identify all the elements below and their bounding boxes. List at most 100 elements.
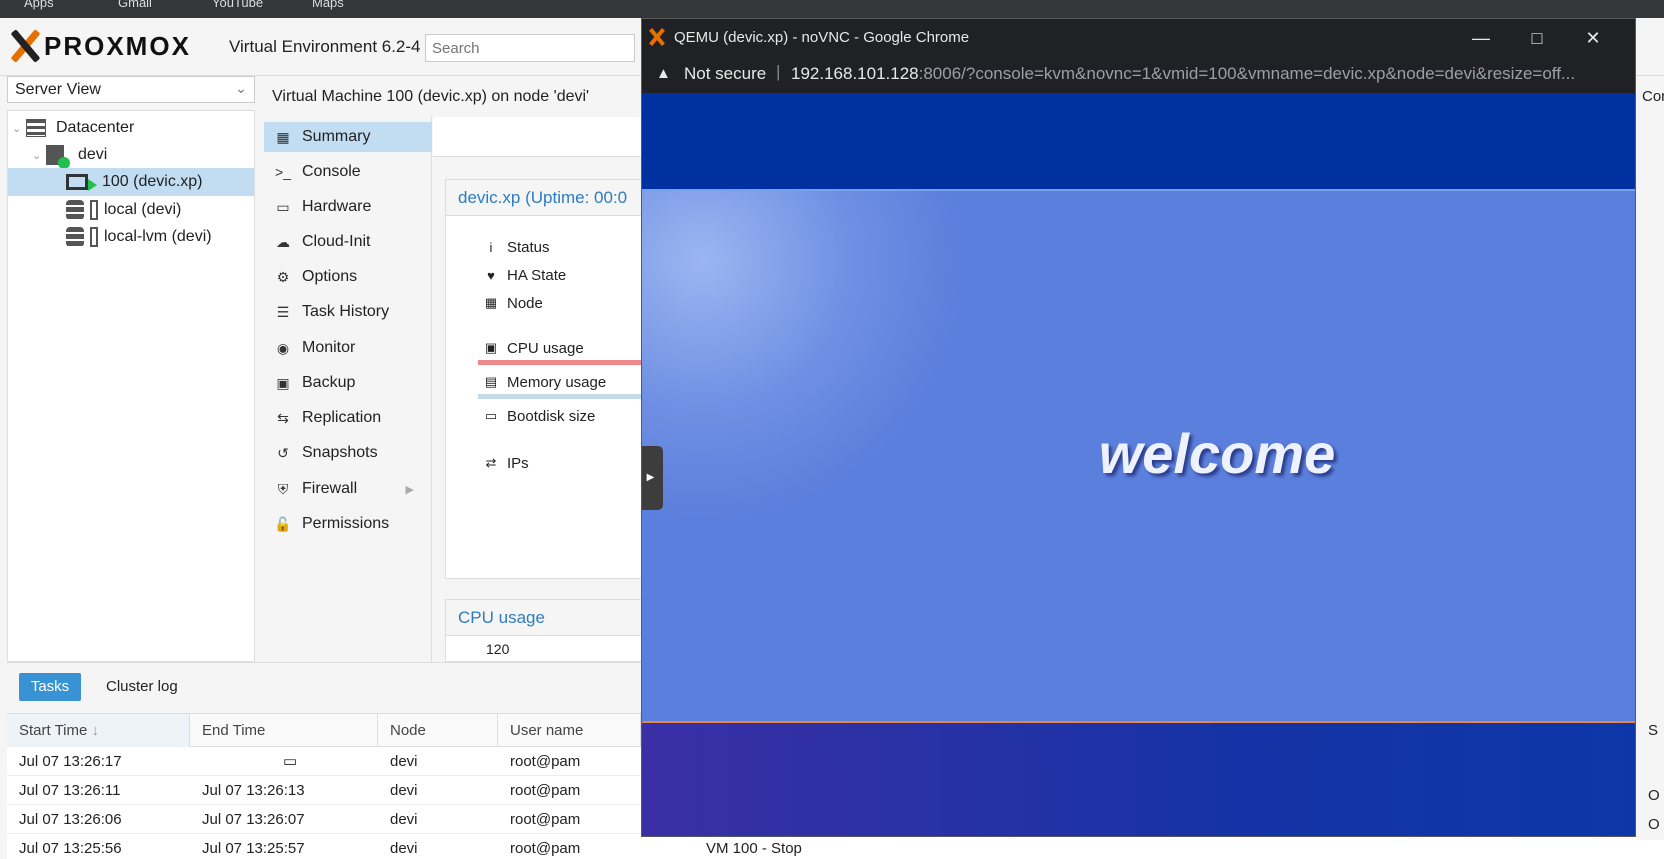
collapse-icon[interactable]: ⌄ [32,149,46,162]
hdd-icon: ▭ [484,408,498,423]
cell-user: root@pam [510,753,581,770]
vnc-screen[interactable]: welcome ▶ [642,93,1635,836]
cpu-usage-label: CPU usage [507,339,584,357]
memory-icon: ▤ [484,374,498,389]
cell-start: Jul 07 13:26:06 [19,811,122,828]
sort-down-icon: ↓ [91,722,100,739]
search-input[interactable] [425,34,635,62]
url-text[interactable]: 192.168.101.128:8006/?console=kvm&novnc=… [791,64,1575,84]
tree-item-vm-100[interactable]: 100 (devic.xp) [8,168,254,196]
tree-item-label: 100 (devic.xp) [102,173,203,190]
view-selector[interactable]: Server View ⌄ [7,76,255,103]
nav-replication[interactable]: ⇆ Replication [264,403,432,433]
column-start-time[interactable]: Start Time ↓ [7,714,190,747]
popup-titlebar[interactable]: QEMU (devic.xp) - noVNC - Google Chrome … [642,19,1635,55]
tree-item-label: local-lvm (devi) [104,228,212,245]
node-row: ▦ Node [481,292,543,314]
tree-item-label: local (devi) [104,201,182,218]
retweet-icon: ⇆ [277,409,289,426]
disk-icon [90,227,98,247]
building-icon: ▦ [484,295,498,310]
nav-snapshots[interactable]: ↺ Snapshots [264,438,432,468]
chevron-down-icon: ⌄ [235,80,247,96]
nav-monitor[interactable]: ◉ Monitor [264,333,432,363]
cpu-usage-panel-title: CPU usage [446,600,652,636]
nav-label: Cloud-Init [302,233,371,250]
logo-text: PROXMOX [44,30,191,61]
nav-label: Replication [302,409,382,426]
nav-label: Firewall [302,480,358,497]
terminal-icon: >_ [275,164,291,180]
address-bar[interactable]: ▲ Not secure | 192.168.101.128:8006/?con… [642,55,1635,93]
cpu-usage-bar [478,360,658,365]
book-icon: ▦ [276,128,290,145]
status-row: i Status [481,236,550,258]
nav-cloud-init[interactable]: ☁ Cloud-Init [264,227,432,257]
tree-item-storage-local-lvm[interactable]: local-lvm (devi) [8,223,254,251]
monitor-icon: ▭ [283,753,298,770]
column-end-time[interactable]: End Time [190,714,378,747]
tree-item-node-devi[interactable]: ⌄ devi [8,141,254,169]
collapse-icon[interactable]: ⌄ [12,122,26,135]
tree-item-label: Datacenter [56,119,135,136]
tree-item-datacenter[interactable]: ⌄ Datacenter [8,114,254,142]
status-row-label: Status [507,238,550,256]
url-path: :8006/?console=kvm&novnc=1&vmid=100&vmna… [918,64,1576,83]
node-label: Node [507,294,543,312]
nav-summary[interactable]: ▦ Summary [264,122,432,152]
table-row[interactable]: Jul 07 13:25:56 Jul 07 13:25:57 devi roo… [7,834,1664,859]
node-icon [46,145,70,169]
bookmark-gmail[interactable]: Gmail [118,0,152,10]
edge-column: S [1648,722,1659,739]
shield-icon: ⛨ [277,480,289,497]
url-host: 192.168.101.128 [791,64,919,83]
bookmark-youtube[interactable]: YouTube [212,0,263,10]
bookmark-apps[interactable]: Apps [24,0,54,10]
welcome-text: welcome [1098,422,1336,485]
novnc-sidebar-handle[interactable]: ▶ [642,446,663,510]
tree-item-label: devi [78,146,108,163]
nav-permissions[interactable]: 🔓 Permissions [264,509,432,539]
proxmox-logo[interactable]: PROXMOX [8,28,191,64]
monitor-icon: ▭ [276,198,290,215]
column-node[interactable]: Node [378,714,498,747]
summary-toolbar [433,117,653,157]
nav-options[interactable]: ⚙ Options [264,262,432,292]
maximize-button[interactable]: □ [1515,24,1559,52]
cell-user: root@pam [510,840,581,857]
eye-icon: ◉ [276,339,290,356]
tab-cluster-log[interactable]: Cluster log [106,673,178,701]
nav-task-history[interactable]: ☰ Task History [264,297,432,327]
memory-usage-label: Memory usage [507,373,607,391]
cpu-icon: ▣ [484,340,498,355]
tab-tasks[interactable]: Tasks [19,673,81,701]
bootdisk-row: ▭ Bootdisk size [481,405,596,427]
gear-icon: ⚙ [276,268,290,285]
nav-firewall[interactable]: ⛨ Firewall ▶ [264,474,432,504]
tree-item-storage-local[interactable]: local (devi) [8,196,254,224]
cell-node: devi [390,782,418,799]
close-button[interactable]: ✕ [1571,24,1615,52]
not-secure-label[interactable]: Not secure [684,64,766,84]
datacenter-icon [26,119,46,137]
column-user-name[interactable]: User name [498,714,641,747]
nav-hardware[interactable]: ▭ Hardware [264,192,432,222]
proxmox-x-icon [8,29,42,63]
nav-console[interactable]: >_ Console [264,157,432,187]
bookmark-maps[interactable]: Maps [312,0,344,10]
heartbeat-icon: ♥ [487,267,495,283]
cell-node: devi [390,840,418,857]
nav-backup[interactable]: ▣ Backup [264,368,432,398]
edge-status: O [1648,816,1660,833]
minimize-button[interactable]: — [1459,24,1503,52]
view-selector-value: Server View [15,81,101,98]
status-panel: devic.xp (Uptime: 00:0 i Status ♥ HA State… [445,179,658,579]
storage-icon [66,227,84,247]
edge-text: Con [1642,88,1664,105]
popup-title-text: QEMU (devic.xp) - noVNC - Google Chrome [674,29,970,46]
nav-label: Monitor [302,339,356,356]
nav-label: Backup [302,374,356,391]
underlying-page-edge: Con S O O [1636,80,1664,840]
cpu-usage-row: ▣ CPU usage [481,337,584,359]
nav-label: Permissions [302,515,390,532]
